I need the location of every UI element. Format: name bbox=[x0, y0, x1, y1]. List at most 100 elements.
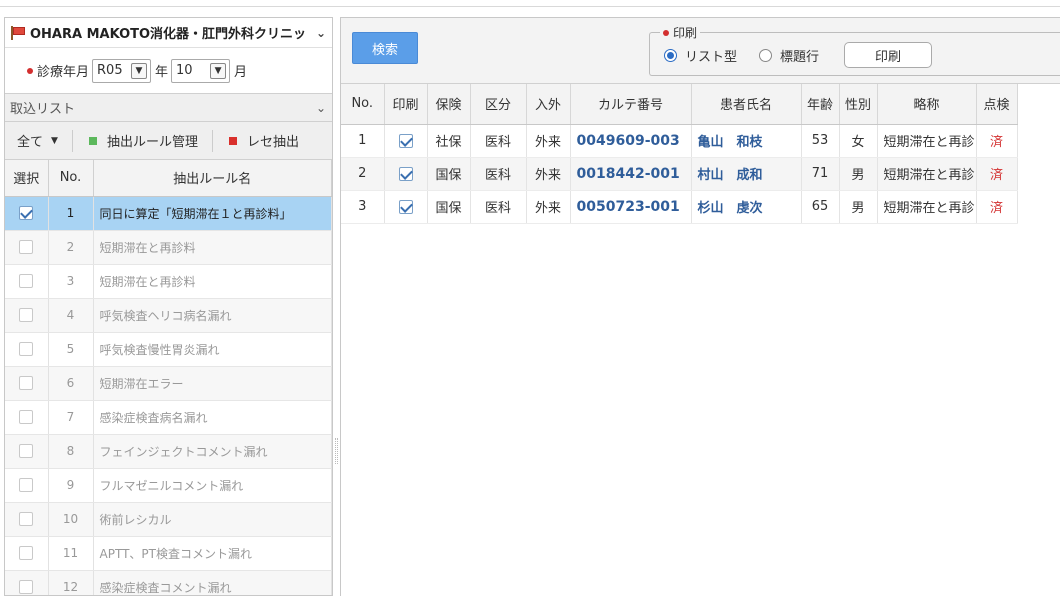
col-select[interactable]: 選択 bbox=[5, 160, 49, 197]
rule-row[interactable]: 2 短期滞在と再診料 bbox=[5, 230, 332, 265]
rule-checkbox[interactable] bbox=[19, 308, 34, 323]
rule-select-cell[interactable] bbox=[5, 502, 49, 537]
chart-number[interactable]: 0050723-001 bbox=[570, 190, 692, 224]
rule-checkbox[interactable] bbox=[19, 512, 34, 527]
rule-name: 呼気検査慢性胃炎漏れ bbox=[93, 332, 332, 367]
col-category[interactable]: 区分 bbox=[470, 84, 527, 125]
rule-select-cell[interactable] bbox=[5, 570, 49, 595]
col-rule-name[interactable]: 抽出ルール名 bbox=[93, 160, 332, 197]
col-patient-name[interactable]: 患者氏名 bbox=[691, 84, 802, 125]
print-checkbox[interactable] bbox=[398, 133, 413, 148]
print-button[interactable]: 印刷 bbox=[844, 42, 932, 68]
rule-checkbox[interactable] bbox=[19, 376, 34, 391]
rule-checkbox[interactable] bbox=[19, 546, 34, 561]
rule-select-cell[interactable] bbox=[5, 298, 49, 333]
insurance: 国保 bbox=[427, 157, 471, 191]
print-checkbox[interactable] bbox=[398, 199, 413, 214]
rule-no: 4 bbox=[48, 298, 94, 333]
import-list-label: 取込リスト bbox=[10, 102, 76, 117]
inout: 外来 bbox=[526, 190, 571, 224]
rule-select-cell[interactable] bbox=[5, 196, 49, 231]
rule-select-cell[interactable] bbox=[5, 400, 49, 435]
col-sex[interactable]: 性別 bbox=[839, 84, 878, 125]
print-cell[interactable] bbox=[384, 190, 428, 224]
rule-row[interactable]: 6 短期滞在エラー bbox=[5, 366, 332, 401]
insurance: 国保 bbox=[427, 190, 471, 224]
rule-checkbox[interactable] bbox=[19, 444, 34, 459]
rule-checkbox[interactable] bbox=[19, 342, 34, 357]
print-checkbox[interactable] bbox=[398, 166, 413, 181]
col-no[interactable]: No. bbox=[341, 84, 385, 125]
chevron-down-icon[interactable]: ⌄ bbox=[316, 26, 326, 40]
rule-checkbox[interactable] bbox=[19, 478, 34, 493]
check-status: 済 bbox=[976, 157, 1018, 191]
rule-select-cell[interactable] bbox=[5, 366, 49, 401]
rece-extract-button[interactable]: レセ抽出 bbox=[212, 129, 313, 152]
rule-checkbox[interactable] bbox=[19, 410, 34, 425]
result-row[interactable]: 1 社保 医科 外来 0049609-003 亀山 和枝 53 女短期滞在と再診済 bbox=[341, 124, 1018, 158]
print-cell[interactable] bbox=[384, 157, 428, 191]
radio-list-type[interactable] bbox=[664, 49, 677, 62]
col-age[interactable]: 年齢 bbox=[801, 84, 840, 125]
sex: 男 bbox=[839, 157, 878, 191]
month-value: 10 bbox=[176, 63, 193, 78]
col-no[interactable]: No. bbox=[48, 160, 94, 197]
import-list-dropdown[interactable]: 取込リスト ⌄ bbox=[5, 94, 332, 122]
caret-down-icon: ▼ bbox=[51, 135, 58, 146]
rule-name: 呼気検査ヘリコ病名漏れ bbox=[93, 298, 332, 333]
rule-select-cell[interactable] bbox=[5, 264, 49, 299]
rule-checkbox[interactable] bbox=[19, 274, 34, 289]
col-print[interactable]: 印刷 bbox=[384, 84, 428, 125]
col-insurance[interactable]: 保険 bbox=[427, 84, 471, 125]
col-abbr[interactable]: 略称 bbox=[877, 84, 977, 125]
rule-select-cell[interactable] bbox=[5, 332, 49, 367]
rule-no: 5 bbox=[48, 332, 94, 367]
rule-row[interactable]: 10 術前レシカル bbox=[5, 502, 332, 537]
col-inout[interactable]: 入外 bbox=[526, 84, 571, 125]
rule-checkbox[interactable] bbox=[19, 206, 34, 221]
filter-all-dropdown[interactable]: 全て ▼ bbox=[5, 129, 73, 152]
rule-row[interactable]: 3 短期滞在と再診料 bbox=[5, 264, 332, 299]
rule-row[interactable]: 9 フルマゼニルコメント漏れ bbox=[5, 468, 332, 503]
rule-row[interactable]: 8 フェインジェクトコメント漏れ bbox=[5, 434, 332, 469]
age: 65 bbox=[801, 190, 840, 224]
rule-checkbox[interactable] bbox=[19, 240, 34, 255]
patient-name[interactable]: 亀山 和枝 bbox=[691, 124, 802, 158]
panel-splitter[interactable] bbox=[335, 438, 338, 464]
print-group: 印刷 リスト型 標題行 印刷 bbox=[649, 24, 1060, 76]
rule-row[interactable]: 11 APTT、PT検査コメント漏れ bbox=[5, 536, 332, 571]
rule-manage-button[interactable]: 抽出ルール管理 bbox=[73, 130, 212, 152]
rule-select-cell[interactable] bbox=[5, 434, 49, 469]
rule-row[interactable]: 5 呼気検査慢性胃炎漏れ bbox=[5, 332, 332, 367]
insurance: 社保 bbox=[427, 124, 471, 158]
clinic-selector[interactable]: OHARA MAKOTO消化器・肛門外科クリニッ ⌄ bbox=[5, 18, 332, 48]
col-check[interactable]: 点検 bbox=[976, 84, 1018, 125]
rule-row[interactable]: 12 感染症検査コメント漏れ bbox=[5, 570, 332, 595]
search-button[interactable]: 検索 bbox=[352, 32, 418, 64]
result-row[interactable]: 2 国保 医科 外来 0018442-001 村山 成和 71 男短期滞在と再診済 bbox=[341, 157, 1018, 191]
chart-number[interactable]: 0018442-001 bbox=[570, 157, 692, 191]
radio-list-label[interactable]: リスト型 bbox=[685, 46, 737, 65]
inout: 外来 bbox=[526, 157, 571, 191]
patient-name[interactable]: 村山 成和 bbox=[691, 157, 802, 191]
rule-row[interactable]: 7 感染症検査病名漏れ bbox=[5, 400, 332, 435]
chart-number[interactable]: 0049609-003 bbox=[570, 124, 692, 158]
rule-checkbox[interactable] bbox=[19, 580, 34, 595]
patient-name[interactable]: 杉山 虔次 bbox=[691, 190, 802, 224]
check-status: 済 bbox=[976, 190, 1018, 224]
rule-select-cell[interactable] bbox=[5, 230, 49, 265]
rule-select-cell[interactable] bbox=[5, 536, 49, 571]
rule-select-cell[interactable] bbox=[5, 468, 49, 503]
month-select[interactable]: 10 ▼ bbox=[171, 58, 231, 83]
rule-manage-icon bbox=[89, 136, 97, 145]
era-select[interactable]: R05 ▼ bbox=[92, 58, 152, 83]
result-row[interactable]: 3 国保 医科 外来 0050723-001 杉山 虔次 65 男短期滞在と再診済 bbox=[341, 190, 1018, 224]
print-cell[interactable] bbox=[384, 124, 428, 158]
rule-row[interactable]: 4 呼気検査ヘリコ病名漏れ bbox=[5, 298, 332, 333]
rule-name: フェインジェクトコメント漏れ bbox=[93, 434, 332, 469]
rule-no: 10 bbox=[48, 502, 94, 537]
radio-title-row[interactable] bbox=[759, 49, 773, 62]
rule-row[interactable]: 1 同日に算定「短期滞在１と再診料」 bbox=[5, 196, 332, 231]
radio-title-row-label[interactable]: 標題行 bbox=[780, 46, 819, 65]
col-chart-no[interactable]: カルテ番号 bbox=[570, 84, 692, 125]
